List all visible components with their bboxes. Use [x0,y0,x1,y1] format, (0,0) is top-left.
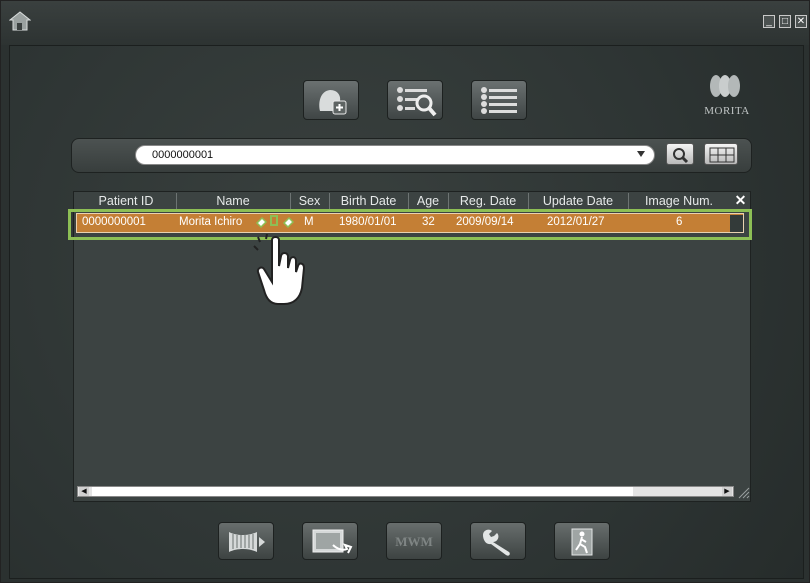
column-header-name[interactable]: Name [177,194,289,210]
minimize-button[interactable]: _ [763,15,775,28]
close-button[interactable]: ✕ [795,15,807,28]
keypad-button[interactable] [704,143,738,165]
mwm-label: MWM [395,534,433,549]
image-import-icon [312,529,353,554]
morita-logo-text: MORITA [704,105,750,117]
cell-patient-id: 0000000001 [82,216,146,228]
clear-columns-button[interactable]: ✕ [733,193,748,208]
patient-list-icon [481,87,517,114]
row-end-cap [730,215,743,232]
new-patient-button[interactable] [303,80,359,120]
search-button[interactable] [666,143,694,165]
cell-update-date: 2012/01/27 [547,216,605,228]
wrench-icon [483,529,510,556]
app-window: _ □ ✕ MORITA 0000000001 Patient ID Name … [0,0,810,583]
maximize-button[interactable]: □ [779,15,791,28]
list-search-icon [397,87,437,117]
panoramic-button[interactable] [218,522,274,560]
numeric-keypad-icon [709,147,735,163]
chevron-down-icon[interactable] [637,151,645,157]
patient-id-input[interactable]: 0000000001 [135,145,655,165]
import-button[interactable] [302,522,358,560]
column-header-update-date[interactable]: Update Date [529,194,627,210]
panoramic-icon [229,532,265,552]
cell-sex: M [304,216,314,228]
column-header-age[interactable]: Age [409,194,447,210]
exit-button[interactable] [554,522,610,560]
settings-button[interactable] [470,522,526,560]
patient-list-button[interactable] [471,80,527,120]
column-header-birth-date[interactable]: Birth Date [330,194,407,210]
cell-reg-date: 2009/09/14 [456,216,514,228]
column-header-image-num[interactable]: Image Num. [629,194,729,210]
hand-pointer-icon [253,234,306,305]
column-header-sex[interactable]: Sex [291,194,328,210]
magnifier-icon [673,148,689,164]
add-patient-icon [319,90,347,115]
cell-image-num: 6 [676,216,683,228]
exit-door-icon [571,528,593,556]
search-patient-button[interactable] [387,80,443,120]
resize-grip-icon[interactable] [735,484,750,499]
cell-birth-date: 1980/01/01 [339,216,397,228]
home-icon[interactable] [8,10,32,32]
scroll-right-icon[interactable]: ▶ [722,487,732,496]
scrollbar-thumb[interactable] [92,487,633,496]
column-header-reg-date[interactable]: Reg. Date [449,194,527,210]
cell-age: 32 [422,216,435,228]
row-marker-icons [255,215,295,229]
table-row[interactable] [76,213,744,233]
cell-name: Morita Ichiro [179,216,243,228]
title-bar: _ □ ✕ [1,1,809,45]
column-header-patient-id[interactable]: Patient ID [76,194,176,210]
scroll-left-icon[interactable]: ◀ [79,487,89,496]
